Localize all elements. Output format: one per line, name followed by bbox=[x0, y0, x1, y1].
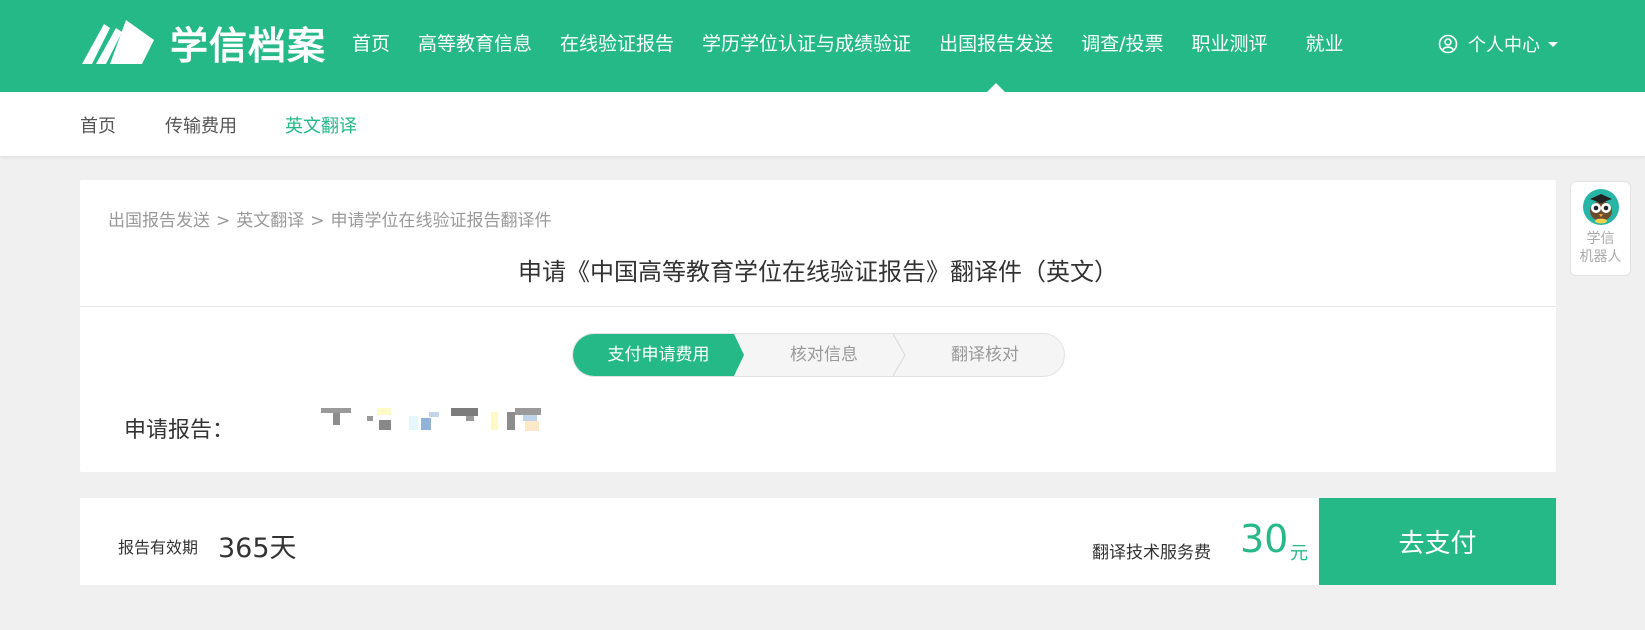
subnav-transmission-fee[interactable]: 传输费用 bbox=[165, 112, 237, 138]
service-fee-amount: 30 bbox=[1240, 517, 1289, 561]
service-fee-label: 翻译技术服务费 bbox=[1092, 543, 1211, 563]
breadcrumb-item[interactable]: 出国报告发送 bbox=[108, 211, 210, 231]
nav-online-verification-report[interactable]: 在线验证报告 bbox=[560, 0, 674, 88]
payment-bar: 报告有效期 365天 翻译技术服务费 30 元 去支付 bbox=[80, 498, 1556, 585]
caret-down-icon bbox=[1548, 41, 1558, 47]
user-circle-icon bbox=[1438, 34, 1458, 54]
nav-degree-certification[interactable]: 学历学位认证与成绩验证 bbox=[702, 0, 911, 88]
nav-home[interactable]: 首页 bbox=[352, 0, 390, 88]
step-translation-check: 翻译核对 bbox=[951, 345, 1019, 365]
personal-center-label: 个人中心 bbox=[1468, 35, 1540, 56]
step-pay-fee: 支付申请费用 bbox=[573, 334, 744, 376]
nav-career-assessment[interactable]: 职业测评 bbox=[1191, 0, 1267, 88]
breadcrumb: 出国报告发送 > 英文翻译 > 申请学位在线验证报告翻译件 bbox=[105, 206, 555, 231]
subnav-home[interactable]: 首页 bbox=[80, 112, 116, 138]
go-pay-button[interactable]: 去支付 bbox=[1319, 498, 1556, 585]
redacted-report-name bbox=[321, 406, 551, 436]
personal-center-menu[interactable]: 个人中心 bbox=[1438, 0, 1558, 88]
application-card: 出国报告发送 > 英文翻译 > 申请学位在线验证报告翻译件 申请《中国高等教育学位在线验… bbox=[80, 180, 1556, 472]
validity-label: 报告有效期 bbox=[118, 538, 199, 557]
xuexin-robot-widget[interactable]: 学信 机器人 bbox=[1570, 181, 1631, 276]
robot-owl-icon bbox=[1582, 189, 1619, 225]
breadcrumb-current: 申请学位在线验证报告翻译件 bbox=[330, 211, 552, 231]
validity-value: 365天 bbox=[218, 533, 297, 564]
service-fee-unit: 元 bbox=[1290, 543, 1308, 564]
robot-label-line1: 学信 bbox=[1586, 231, 1615, 247]
logo[interactable]: 学信档案 bbox=[80, 18, 326, 68]
page-title: 申请《中国高等教育学位在线验证报告》翻译件（英文） bbox=[518, 258, 1118, 286]
nav-employment[interactable]: 就业 bbox=[1306, 0, 1344, 88]
nav-survey-vote[interactable]: 调查/投票 bbox=[1081, 0, 1163, 88]
logo-icon bbox=[82, 20, 154, 64]
breadcrumb-separator: > bbox=[216, 211, 231, 231]
breadcrumb-separator: > bbox=[310, 211, 325, 231]
step-verify-info: 核对信息 bbox=[790, 345, 858, 365]
main-nav: 首页 高等教育信息 在线验证报告 学历学位认证与成绩验证 出国报告发送 调查/投… bbox=[352, 0, 1344, 92]
divider bbox=[80, 306, 1556, 307]
nav-higher-education-info[interactable]: 高等教育信息 bbox=[418, 0, 532, 88]
breadcrumb-item[interactable]: 英文翻译 bbox=[236, 211, 304, 231]
top-header: 学信档案 首页 高等教育信息 在线验证报告 学历学位认证与成绩验证 出国报告发送… bbox=[0, 0, 1645, 92]
robot-label-line2: 机器人 bbox=[1579, 249, 1622, 265]
nav-overseas-report-sending[interactable]: 出国报告发送 bbox=[939, 0, 1053, 92]
subnav-english-translation[interactable]: 英文翻译 bbox=[285, 112, 357, 138]
progress-steps: 支付申请费用 核对信息 翻译核对 bbox=[572, 333, 1065, 377]
report-label: 申请报告： bbox=[124, 418, 235, 443]
sub-nav: 首页 传输费用 英文翻译 bbox=[0, 92, 1645, 156]
logo-text: 学信档案 bbox=[170, 23, 327, 68]
